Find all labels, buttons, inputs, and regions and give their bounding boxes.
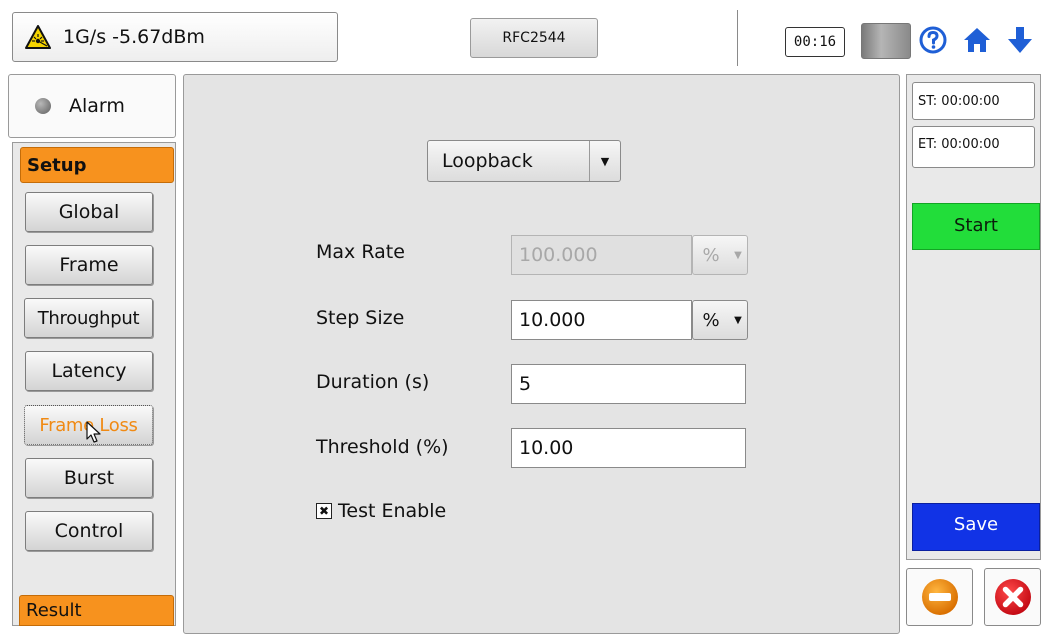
sidebar-item-label: Global (58, 201, 120, 223)
result-header[interactable]: Result (19, 595, 174, 626)
max-rate-value: 100.000 (519, 244, 598, 266)
save-button[interactable]: Save (912, 503, 1040, 551)
end-time-display: ET: 00:00:00 (912, 126, 1035, 168)
step-size-value: 10.000 (519, 309, 586, 331)
threshold-label: Threshold (%) (316, 436, 449, 458)
sidebar-item-label: Latency (51, 360, 127, 382)
test-enable-checkbox[interactable]: ✖ (316, 503, 332, 519)
step-size-input[interactable]: 10.000 (511, 300, 692, 340)
close-icon (994, 579, 1031, 615)
threshold-input[interactable]: 10.00 (511, 428, 746, 468)
sidebar-item-label: Frame (59, 254, 119, 276)
sidebar-item-throughput[interactable]: Throughput (24, 298, 153, 338)
test-mode-button[interactable]: RFC2544 (470, 18, 598, 58)
test-mode-label: RFC2544 (502, 30, 566, 46)
max-rate-unit: % (702, 244, 720, 266)
alarm-led-icon (35, 98, 51, 114)
chevron-down-icon: ▼ (589, 141, 620, 181)
save-button-label: Save (953, 514, 999, 535)
end-time-label: ET: (918, 137, 938, 152)
max-rate-input[interactable]: 100.000 (511, 235, 692, 275)
duration-label: Duration (s) (316, 371, 430, 393)
sidebar-item-latency[interactable]: Latency (25, 351, 153, 391)
threshold-value: 10.00 (519, 437, 574, 459)
setup-header-label: Setup (27, 154, 87, 176)
chevron-down-icon: ▼ (734, 249, 742, 261)
alarm-indicator[interactable]: Alarm (8, 74, 176, 138)
sidebar-item-frame[interactable]: Frame (25, 245, 153, 285)
down-arrow-icon[interactable] (1005, 25, 1035, 55)
chevron-down-icon: ▼ (734, 314, 742, 326)
step-size-unit: % (702, 309, 720, 331)
start-time-label: ST: (918, 93, 938, 109)
sidebar-item-label: Control (54, 520, 124, 542)
start-time-value: 00:00:00 (941, 93, 1000, 109)
setup-header[interactable]: Setup (20, 147, 174, 183)
mode-select-value: Loopback (442, 150, 533, 172)
battery-icon (861, 23, 911, 59)
sidebar-item-label: Throughput (37, 307, 140, 329)
clock-text: 00:16 (793, 34, 837, 50)
step-size-label: Step Size (316, 307, 405, 329)
laser-warning-icon (25, 25, 51, 49)
signal-status-text: 1G/s -5.67dBm (63, 26, 205, 48)
mouse-cursor-icon (86, 421, 101, 443)
end-time-value: 00:00:00 (941, 137, 1000, 152)
header-divider (737, 10, 738, 66)
minimize-button[interactable] (906, 568, 973, 626)
sidebar-item-burst[interactable]: Burst (25, 458, 153, 498)
alarm-label: Alarm (69, 95, 125, 117)
loopback-mode-select[interactable]: Loopback ▼ (427, 140, 621, 182)
help-icon[interactable] (918, 25, 948, 55)
step-size-unit-select[interactable]: % ▼ (692, 300, 748, 340)
duration-value: 5 (519, 373, 532, 395)
home-icon[interactable] (962, 25, 992, 55)
result-header-label: Result (26, 600, 82, 621)
start-time-display: ST: 00:00:00 (912, 82, 1035, 120)
sidebar-item-label: Burst (63, 467, 115, 489)
signal-status: 1G/s -5.67dBm (12, 12, 338, 62)
max-rate-unit-select[interactable]: % ▼ (692, 235, 748, 275)
start-button-label: Start (954, 215, 998, 236)
sidebar-item-control[interactable]: Control (25, 511, 153, 551)
close-button[interactable] (984, 568, 1041, 626)
minus-circle-icon (921, 579, 958, 615)
clock: 00:16 (785, 27, 845, 57)
sidebar-item-global[interactable]: Global (25, 192, 153, 232)
max-rate-label: Max Rate (316, 241, 405, 263)
start-button[interactable]: Start (912, 203, 1040, 250)
test-enable-label: Test Enable (338, 500, 447, 522)
duration-input[interactable]: 5 (511, 364, 746, 404)
test-enable-option[interactable]: ✖ Test Enable (316, 500, 446, 522)
